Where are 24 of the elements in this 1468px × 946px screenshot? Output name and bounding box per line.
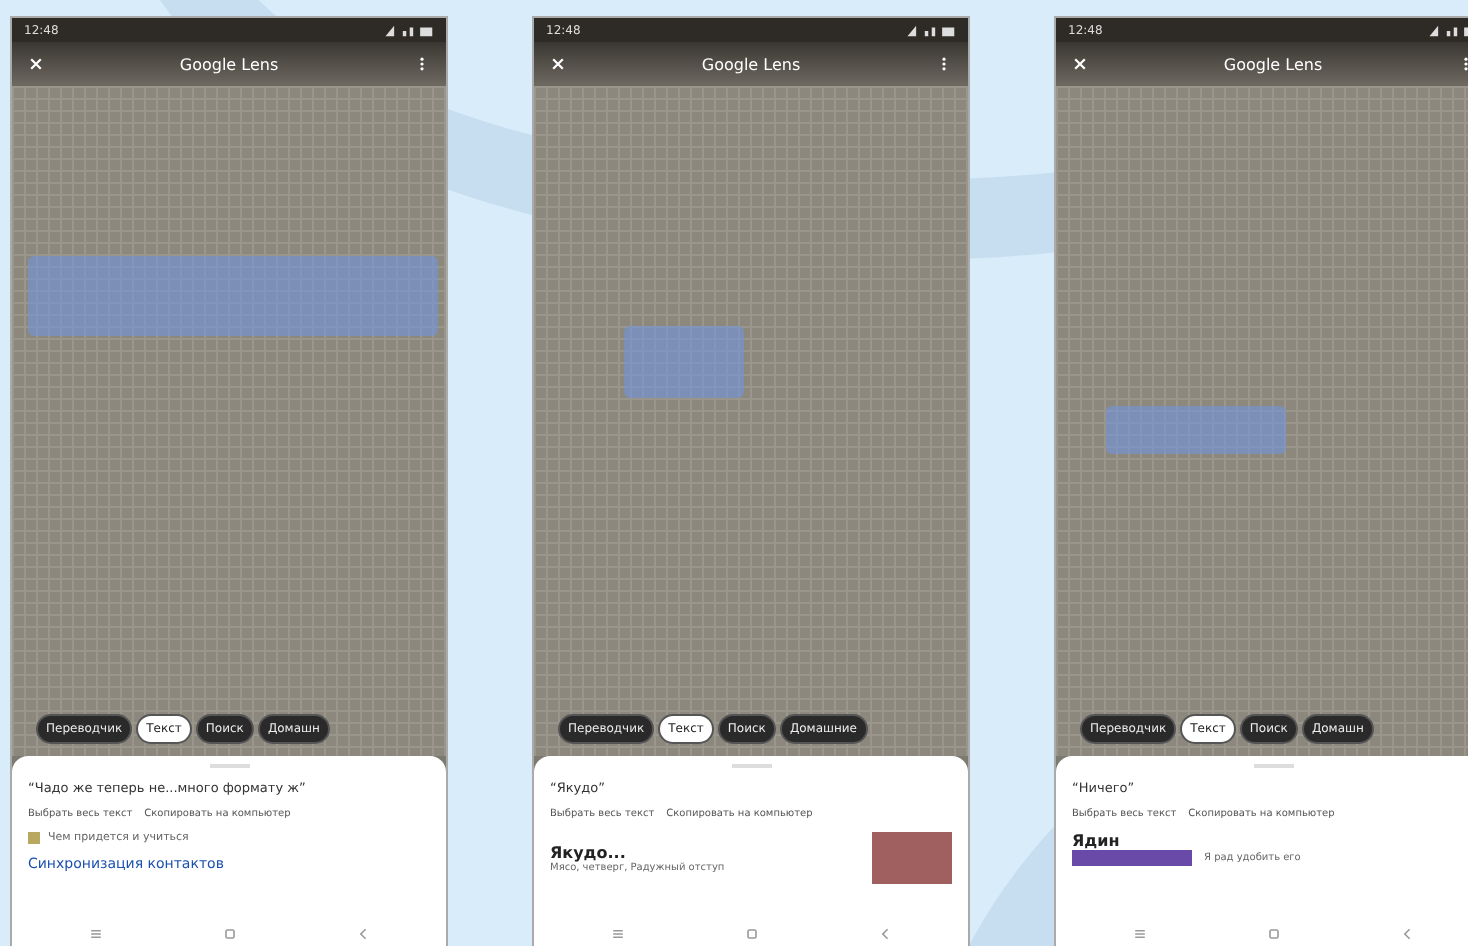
home-icon[interactable] (1265, 926, 1281, 942)
home-icon[interactable] (221, 926, 237, 942)
result-title: Якудо... (550, 843, 628, 861)
close-icon[interactable] (28, 56, 44, 72)
home-icon[interactable] (743, 926, 759, 942)
text-selection-highlight (624, 326, 744, 398)
close-icon[interactable] (550, 56, 566, 72)
status-icons (1426, 23, 1468, 37)
app-title: Google Lens (701, 55, 801, 73)
menu-icon[interactable] (87, 926, 103, 942)
back-icon[interactable] (877, 926, 893, 942)
menu-icon[interactable] (609, 926, 625, 942)
close-icon[interactable] (1072, 56, 1088, 72)
app-title: Google Lens (1223, 55, 1323, 73)
result-title: Ядин (1072, 832, 1122, 850)
image-placeholder (1072, 850, 1192, 866)
photo-placeholder (872, 832, 952, 884)
status-icons (382, 23, 434, 37)
app-title: Google Lens (179, 55, 279, 73)
result-icon (28, 832, 40, 844)
menu-icon[interactable] (1131, 926, 1147, 942)
status-icons (904, 23, 956, 37)
back-icon[interactable] (1399, 926, 1415, 942)
back-icon[interactable] (355, 926, 371, 942)
